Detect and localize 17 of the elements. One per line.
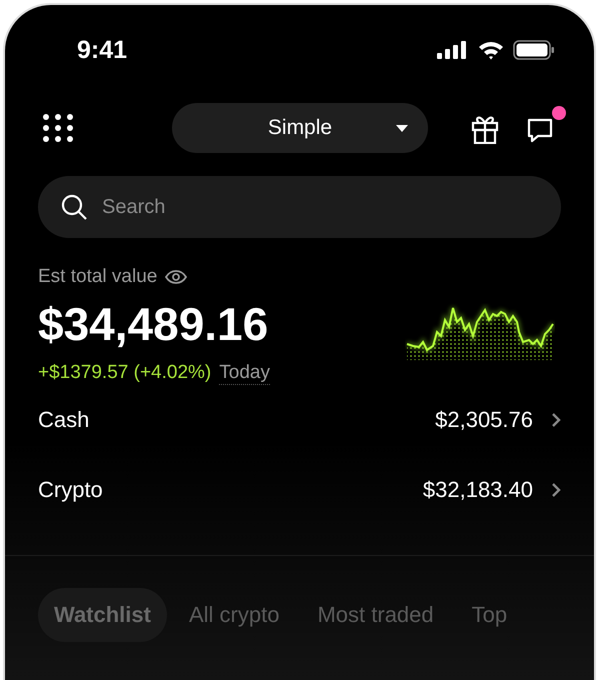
period-label[interactable]: Today bbox=[219, 362, 270, 385]
signal-icon bbox=[437, 41, 469, 59]
battery-icon bbox=[513, 40, 555, 60]
total-value: $34,489.16 bbox=[38, 297, 270, 352]
eye-icon[interactable] bbox=[165, 269, 188, 285]
account-row[interactable]: Cash $2,305.76 bbox=[38, 385, 561, 455]
mode-dropdown[interactable]: Simple bbox=[172, 103, 428, 153]
value-change: +$1379.57 (+4.02%) bbox=[38, 362, 212, 385]
total-value-label: Est total value bbox=[38, 266, 158, 288]
wifi-icon bbox=[478, 40, 504, 60]
chevron-right-icon bbox=[551, 482, 561, 498]
search-field[interactable]: Search bbox=[38, 176, 561, 238]
chevron-right-icon bbox=[551, 412, 561, 428]
account-row[interactable]: Crypto $32,183.40 bbox=[38, 455, 561, 525]
menu-icon[interactable] bbox=[42, 113, 74, 143]
caret-icon bbox=[396, 125, 408, 132]
clock-time: 9:41 bbox=[77, 36, 128, 64]
